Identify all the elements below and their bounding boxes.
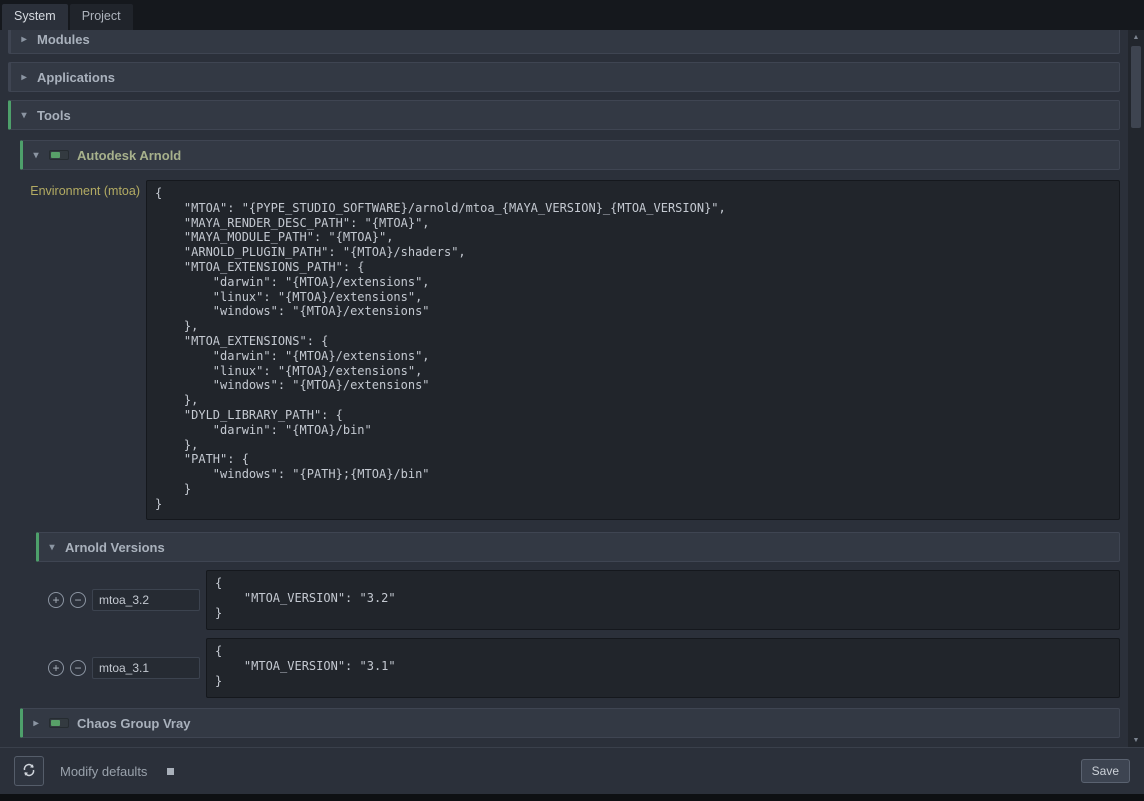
section-label-modules: Modules — [37, 32, 90, 47]
environment-label: Environment (mtoa) — [28, 180, 146, 198]
modify-defaults-checkbox[interactable] — [167, 768, 174, 775]
save-button[interactable]: Save — [1081, 759, 1130, 783]
version-row: + − { "MTOA_VERSION": "3.1" } — [48, 638, 1120, 698]
section-header-arnold-versions[interactable]: ▾ Arnold Versions — [36, 532, 1120, 562]
vray-enabled-toggle[interactable] — [49, 718, 69, 728]
scrollbar-track[interactable] — [1128, 44, 1144, 733]
section-label-autodesk-arnold: Autodesk Arnold — [77, 148, 181, 163]
section-header-tools[interactable]: ▾ Tools — [8, 100, 1120, 130]
section-header-applications[interactable]: ▸ Applications — [8, 62, 1120, 92]
environment-json-editor[interactable]: { "MTOA": "{PYPE_STUDIO_SOFTWARE}/arnold… — [146, 180, 1120, 520]
remove-version-button[interactable]: − — [70, 660, 86, 676]
section-label-tools: Tools — [37, 108, 71, 123]
tab-bar: System Project — [0, 0, 1144, 30]
collapse-arrow-icon: ▸ — [19, 72, 29, 83]
version-name-input[interactable] — [92, 589, 200, 611]
version-json-editor[interactable]: { "MTOA_VERSION": "3.1" } — [206, 638, 1120, 698]
version-row: + − { "MTOA_VERSION": "3.2" } — [48, 570, 1120, 630]
scroll-down-arrow-icon[interactable]: ▼ — [1128, 733, 1144, 747]
refresh-icon — [21, 762, 37, 781]
expand-arrow-icon: ▾ — [19, 110, 29, 121]
arnold-enabled-toggle[interactable] — [49, 150, 69, 160]
version-name-input[interactable] — [92, 657, 200, 679]
tab-project[interactable]: Project — [70, 4, 133, 30]
vertical-scrollbar[interactable]: ▲ ▼ — [1128, 30, 1144, 747]
add-version-button[interactable]: + — [48, 592, 64, 608]
settings-window: System Project ▸ Modules ▸ Applications … — [0, 0, 1144, 801]
section-label-applications: Applications — [37, 70, 115, 85]
version-json-editor[interactable]: { "MTOA_VERSION": "3.2" } — [206, 570, 1120, 630]
tab-system[interactable]: System — [2, 4, 68, 30]
section-label-chaos-group-vray: Chaos Group Vray — [77, 716, 190, 731]
remove-version-button[interactable]: − — [70, 592, 86, 608]
settings-content-area: ▸ Modules ▸ Applications ▾ Tools ▾ Autod… — [0, 30, 1144, 747]
expand-arrow-icon: ▾ — [47, 542, 57, 553]
section-header-modules[interactable]: ▸ Modules — [8, 30, 1120, 54]
collapse-arrow-icon: ▸ — [31, 718, 41, 729]
scrollbar-thumb[interactable] — [1131, 46, 1141, 128]
modify-defaults-label: Modify defaults — [60, 764, 147, 779]
collapse-arrow-icon: ▸ — [19, 34, 29, 45]
environment-row: Environment (mtoa) { "MTOA": "{PYPE_STUD… — [28, 180, 1120, 520]
section-label-arnold-versions: Arnold Versions — [65, 540, 165, 555]
window-bottom-edge — [0, 794, 1144, 801]
expand-arrow-icon: ▾ — [31, 150, 41, 161]
section-header-autodesk-arnold[interactable]: ▾ Autodesk Arnold — [20, 140, 1120, 170]
footer-bar: Modify defaults Save — [0, 747, 1144, 794]
add-version-button[interactable]: + — [48, 660, 64, 676]
refresh-button[interactable] — [14, 756, 44, 786]
section-header-chaos-group-vray[interactable]: ▸ Chaos Group Vray — [20, 708, 1120, 738]
scroll-up-arrow-icon[interactable]: ▲ — [1128, 30, 1144, 44]
